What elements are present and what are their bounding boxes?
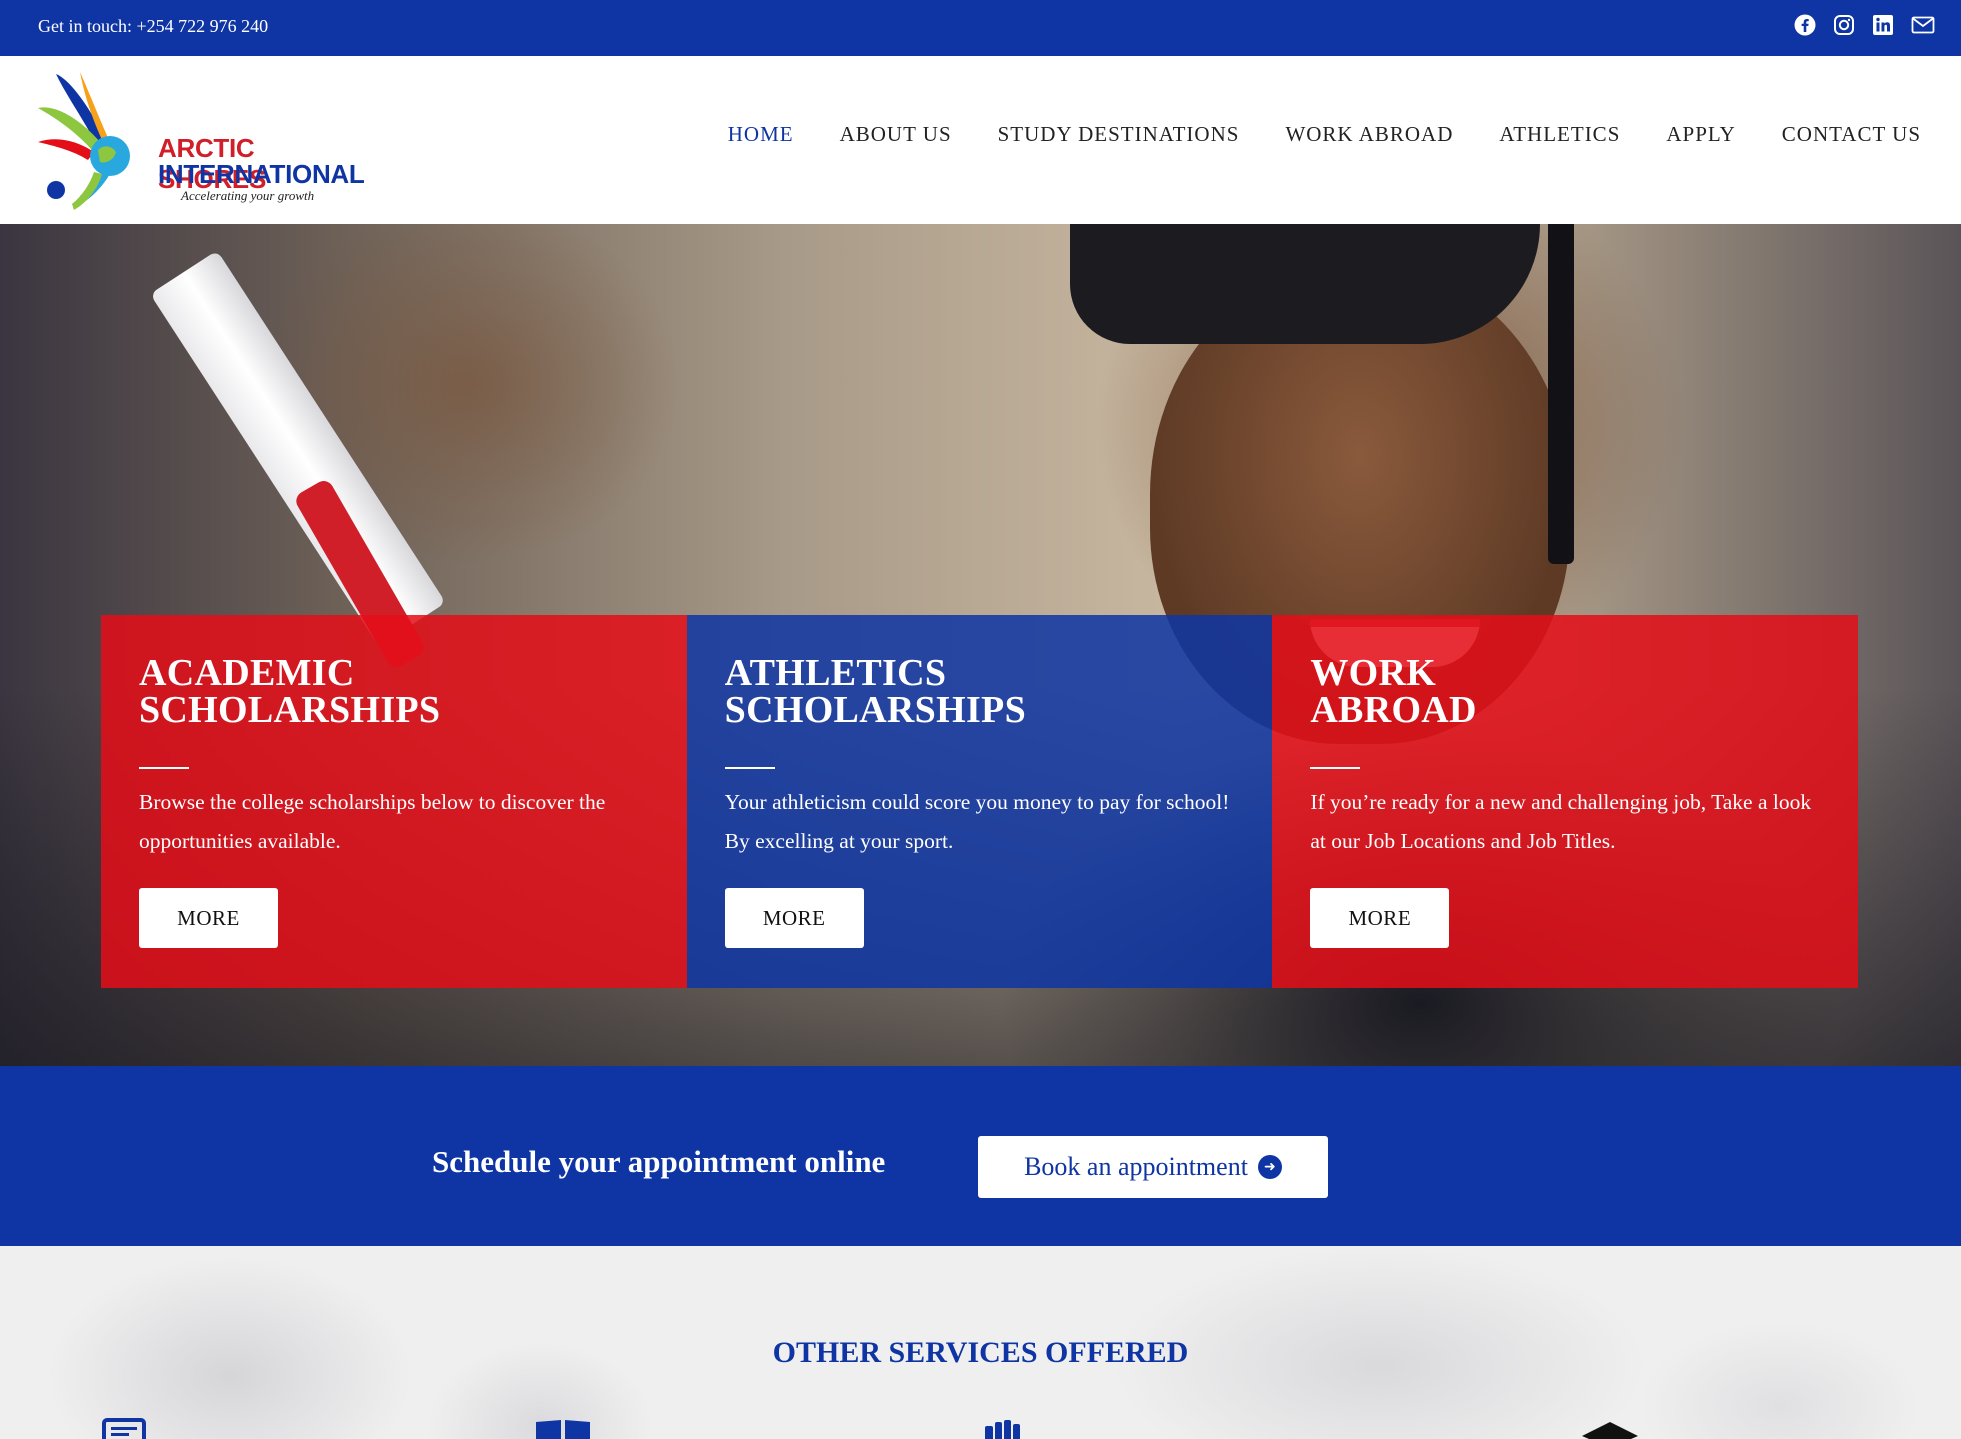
card-divider [1310, 767, 1361, 769]
book-appointment-label: Book an appointment [1024, 1152, 1248, 1181]
site-header: ARCTIC SHORES INTERNATIONAL Accelerating… [0, 56, 1961, 224]
card-title: ACADEMIC SCHOLARSHIPS [139, 652, 441, 731]
more-button[interactable]: MORE [724, 888, 864, 948]
linkedin-icon[interactable] [1872, 14, 1894, 36]
logo-tagline: Accelerating your growth [181, 188, 315, 203]
logo[interactable]: ARCTIC SHORES INTERNATIONAL Accelerating… [36, 70, 366, 220]
book-appointment-button[interactable]: Book an appointment ➜ [978, 1136, 1328, 1198]
appointment-band: Schedule your appointment online Book an… [0, 1066, 1961, 1246]
nav-athletics[interactable]: ATHLETICS [1499, 122, 1620, 147]
card-title: ATHLETICS SCHOLARSHIPS [724, 652, 1027, 731]
main-nav: HOME ABOUT US STUDY DESTINATIONS WORK AB… [728, 122, 1921, 147]
feature-cards: ACADEMIC SCHOLARSHIPS Browse the college … [101, 615, 1858, 988]
instagram-icon[interactable] [1833, 14, 1855, 36]
card-divider [139, 767, 189, 769]
appointment-text: Schedule your appointment online [432, 1144, 886, 1179]
nav-about-us[interactable]: ABOUT US [840, 122, 952, 147]
card-title: WORK ABROAD [1310, 652, 1477, 731]
top-bar: Get in touch: +254 722 976 240 [0, 0, 1961, 56]
document-icon [102, 1418, 146, 1439]
nav-study-destinations[interactable]: STUDY DESTINATIONS [998, 122, 1240, 147]
mail-icon[interactable] [1911, 14, 1935, 36]
nav-apply[interactable]: APPLY [1666, 122, 1735, 147]
facebook-icon[interactable] [1794, 14, 1816, 36]
social-links [1794, 14, 1935, 36]
hero-banner: ACADEMIC SCHOLARSHIPS Browse the college … [0, 224, 1961, 1066]
logo-name-line2: INTERNATIONAL [158, 159, 365, 189]
nav-home[interactable]: HOME [728, 122, 794, 147]
more-button[interactable]: MORE [1310, 888, 1450, 948]
card-text: If you’re ready for a new and challengin… [1310, 790, 1812, 853]
graduation-cap-shape [1070, 224, 1540, 344]
card-text: Your athleticism could score you money t… [724, 790, 1230, 853]
card-divider [724, 767, 775, 769]
card-work-abroad: WORK ABROAD If you’re ready for a new and… [1272, 615, 1858, 988]
arrow-right-circle-icon: ➜ [1257, 1155, 1282, 1179]
more-button[interactable]: MORE [139, 888, 278, 948]
card-academic-scholarships: ACADEMIC SCHOLARSHIPS Browse the college … [101, 615, 687, 988]
logo-mark-icon [38, 72, 130, 210]
services-section: OTHER SERVICES OFFERED [0, 1246, 1961, 1439]
nav-contact-us[interactable]: CONTACT US [1782, 122, 1921, 147]
cap-tassel [1548, 224, 1574, 564]
graduation-cap-icon [1582, 1422, 1638, 1439]
book-icon [536, 1420, 590, 1439]
nav-work-abroad[interactable]: WORK ABROAD [1285, 122, 1453, 147]
services-heading: OTHER SERVICES OFFERED [772, 1336, 1189, 1369]
fist-icon [985, 1420, 1020, 1439]
card-text: Browse the college scholarships below to… [139, 790, 606, 853]
card-athletics-scholarships: ATHLETICS SCHOLARSHIPS Your athleticism c… [686, 615, 1273, 988]
contact-phone[interactable]: Get in touch: +254 722 976 240 [38, 16, 268, 37]
